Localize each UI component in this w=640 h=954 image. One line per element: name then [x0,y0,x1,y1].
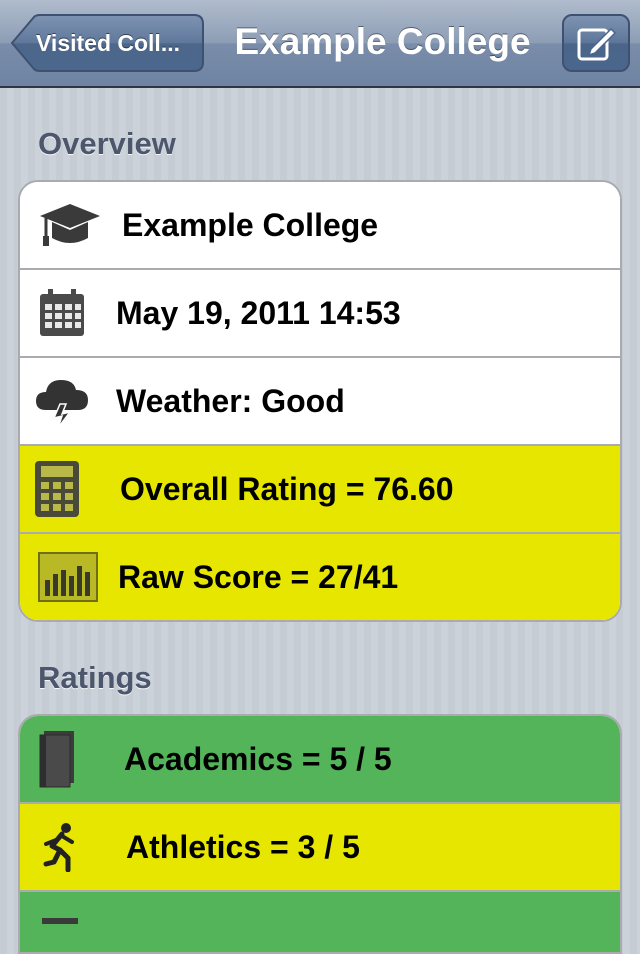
overall-rating-label: Overall Rating = 76.60 [120,470,454,507]
bar-chart-icon [38,534,98,620]
edit-button[interactable] [562,14,630,72]
overview-group: Example College May 19, 2011 14:53 Weath… [18,180,622,622]
compose-icon [577,27,617,61]
weather-row[interactable]: Weather: Good [20,358,620,446]
athletics-row[interactable]: Athletics = 3 / 5 [20,804,620,892]
storm-cloud-icon [34,358,90,444]
calendar-icon [38,270,86,356]
academics-row[interactable]: Academics = 5 / 5 [20,716,620,804]
raw-score-row[interactable]: Raw Score = 27/41 [20,534,620,620]
runner-icon [38,804,78,890]
graduation-cap-icon [38,182,102,268]
back-button-label: Visited Coll... [36,30,180,56]
raw-score-label: Raw Score = 27/41 [118,558,399,595]
unknown-icon [38,892,82,952]
rating-row-3[interactable] [20,892,620,952]
athletics-label: Athletics = 3 / 5 [126,828,360,865]
ratings-group: Academics = 5 / 5 Athletics = 3 / 5 [18,714,622,954]
calculator-icon [34,446,80,532]
weather-label: Weather: Good [116,382,345,419]
academics-label: Academics = 5 / 5 [124,740,392,777]
date-row[interactable]: May 19, 2011 14:53 [20,270,620,358]
date-label: May 19, 2011 14:53 [116,294,401,331]
navigation-bar: Visited Coll... Example College [0,0,640,88]
overview-section-header: Overview [38,126,176,161]
back-button[interactable]: Visited Coll... [10,14,204,72]
college-name-label: Example College [122,206,379,243]
page-title: Example College [234,21,531,62]
book-icon [36,716,80,802]
overall-rating-row[interactable]: Overall Rating = 76.60 [20,446,620,534]
college-name-row[interactable]: Example College [20,182,620,270]
ratings-section-header: Ratings [38,660,152,695]
